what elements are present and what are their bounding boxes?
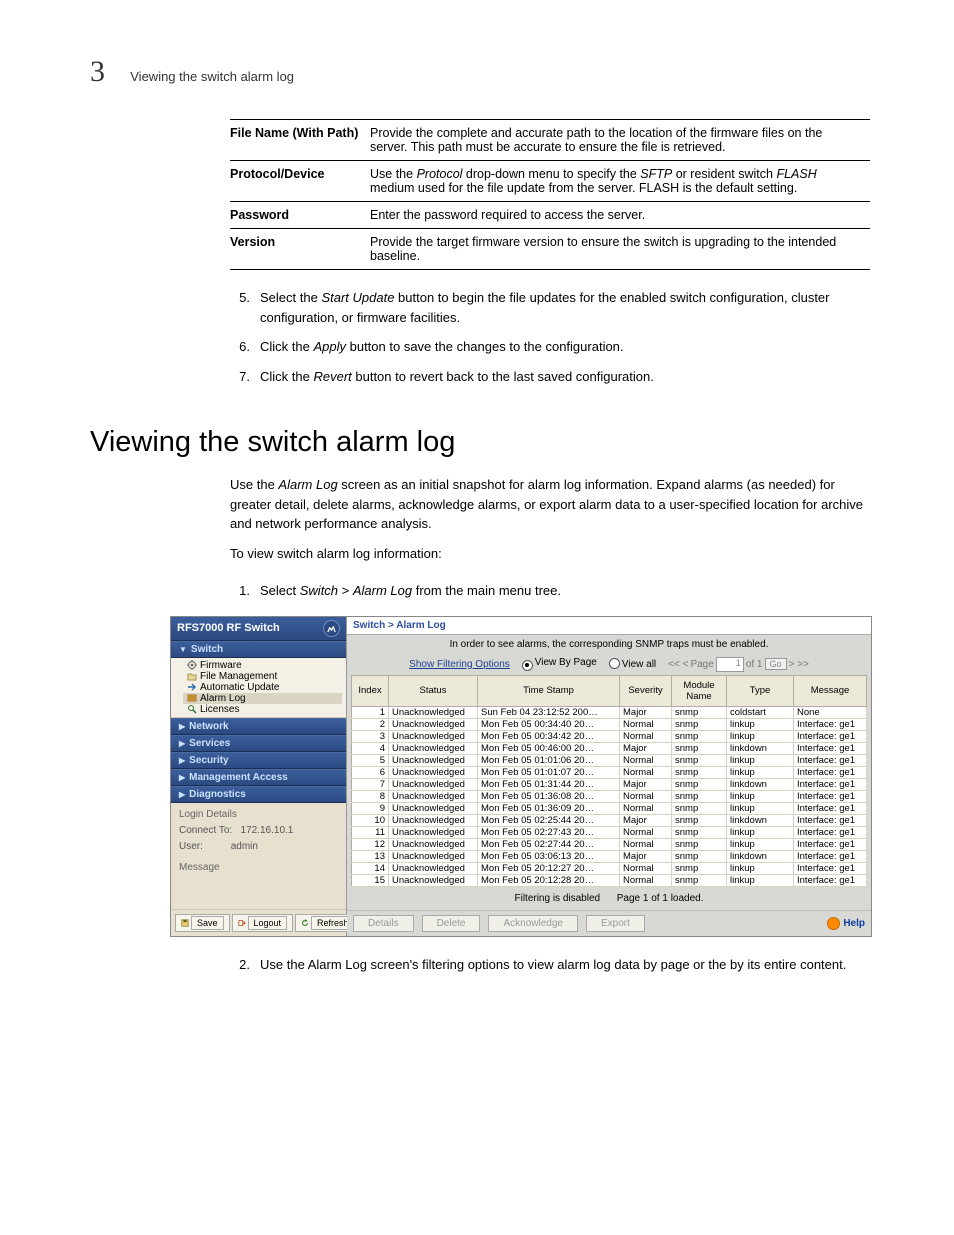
page-status: Page 1 of 1 loaded. xyxy=(617,893,704,904)
column-header[interactable]: Type xyxy=(727,675,794,706)
connect-to-value: 172.16.10.1 xyxy=(241,825,294,836)
user-label: User: xyxy=(179,841,203,852)
table-row[interactable]: 11UnacknowledgedMon Feb 05 02:27:43 20…N… xyxy=(352,826,867,838)
param-desc: Use the Protocol drop-down menu to speci… xyxy=(370,161,870,202)
view-by-page-radio[interactable]: View By Page xyxy=(522,657,597,671)
intro-paragraph: Use the Alarm Log screen as an initial s… xyxy=(230,475,864,534)
section-heading: Viewing the switch alarm log xyxy=(90,426,864,459)
footer-toolbar: Save Logout Refresh xyxy=(171,909,346,936)
table-row[interactable]: 6UnacknowledgedMon Feb 05 01:01:07 20…No… xyxy=(352,766,867,778)
nav-panel: RFS7000 RF Switch ▼Switch FirmwareFile M… xyxy=(171,617,347,936)
table-row[interactable]: 1UnacknowledgedSun Feb 04 23:12:52 200…M… xyxy=(352,706,867,718)
page-next[interactable]: > >> xyxy=(789,659,809,670)
logout-button[interactable]: Logout xyxy=(232,914,294,932)
param-desc: Enter the password required to access th… xyxy=(370,202,870,229)
content-panel: Switch > Alarm Log In order to see alarm… xyxy=(347,617,871,936)
param-label: File Name (With Path) xyxy=(230,120,370,161)
help-link[interactable]: Help xyxy=(827,917,865,930)
running-head-text: Viewing the switch alarm log xyxy=(130,69,294,84)
action-bar: Details Delete Acknowledge Export Help xyxy=(347,910,871,936)
param-label: Protocol/Device xyxy=(230,161,370,202)
step-list-after: 2.Use the Alarm Log screen's filtering o… xyxy=(230,955,864,975)
page-of: of 1 xyxy=(746,659,763,670)
app-title: RFS7000 RF Switch xyxy=(177,622,280,634)
step-list-continued: 5.Select the Start Update button to begi… xyxy=(230,288,864,386)
export-button[interactable]: Export xyxy=(586,915,645,932)
table-row[interactable]: 2UnacknowledgedMon Feb 05 00:34:40 20…No… xyxy=(352,718,867,730)
running-header: 3 Viewing the switch alarm log xyxy=(90,55,864,89)
table-row[interactable]: 7UnacknowledgedMon Feb 05 01:31:44 20…Ma… xyxy=(352,778,867,790)
table-row[interactable]: 10UnacknowledgedMon Feb 05 02:25:44 20…M… xyxy=(352,814,867,826)
nav-section-security[interactable]: ▶Security xyxy=(171,752,346,769)
step-item: 7.Click the Revert button to revert back… xyxy=(230,367,864,387)
table-row[interactable]: 3UnacknowledgedMon Feb 05 00:34:42 20…No… xyxy=(352,730,867,742)
notice-text: In order to see alarms, the correspondin… xyxy=(347,635,871,654)
chapter-number: 3 xyxy=(90,55,105,89)
intro-lead: To view switch alarm log information: xyxy=(230,544,864,564)
table-row[interactable]: 15UnacknowledgedMon Feb 05 20:12:28 20…N… xyxy=(352,874,867,886)
nav-section-switch[interactable]: ▼Switch xyxy=(171,641,346,658)
page-navigator: << < Page 1 of 1 Go > >> xyxy=(668,657,809,672)
table-header-row: IndexStatusTime StampSeverityModule Name… xyxy=(352,675,867,706)
column-header[interactable]: Index xyxy=(352,675,389,706)
help-icon xyxy=(827,917,840,930)
tree-item-automatic-update[interactable]: Automatic Update xyxy=(183,682,342,693)
param-label: Password xyxy=(230,202,370,229)
message-label: Message xyxy=(179,862,338,873)
step-item: 1.Select Switch > Alarm Log from the mai… xyxy=(230,581,864,601)
table-row[interactable]: 12UnacknowledgedMon Feb 05 02:27:44 20…N… xyxy=(352,838,867,850)
table-row[interactable]: 4UnacknowledgedMon Feb 05 00:46:00 20…Ma… xyxy=(352,742,867,754)
alarm-log-table: IndexStatusTime StampSeverityModule Name… xyxy=(351,675,867,887)
table-row[interactable]: 5UnacknowledgedMon Feb 05 01:01:06 20…No… xyxy=(352,754,867,766)
acknowledge-button[interactable]: Acknowledge xyxy=(488,915,577,932)
connect-to-label: Connect To: xyxy=(179,825,232,836)
page-prev[interactable]: << < xyxy=(668,659,688,670)
nav-tree: FirmwareFile ManagementAutomatic UpdateA… xyxy=(171,658,346,718)
table-row[interactable]: 14UnacknowledgedMon Feb 05 20:12:27 20…N… xyxy=(352,862,867,874)
filter-status: Filtering is disabled xyxy=(514,893,600,904)
parameter-table: File Name (With Path)Provide the complet… xyxy=(230,119,870,270)
status-line: Filtering is disabled Page 1 of 1 loaded… xyxy=(347,887,871,910)
view-all-radio[interactable]: View all xyxy=(609,658,656,670)
tree-item-licenses[interactable]: Licenses xyxy=(183,704,342,715)
column-header[interactable]: Message xyxy=(794,675,867,706)
page-input[interactable]: 1 xyxy=(716,657,744,672)
step-item: 6.Click the Apply button to save the cha… xyxy=(230,337,864,357)
step-item: 5.Select the Start Update button to begi… xyxy=(230,288,864,327)
login-details-panel: Login Details Connect To: 172.16.10.1 Us… xyxy=(171,803,346,909)
screenshot-alarm-log: RFS7000 RF Switch ▼Switch FirmwareFile M… xyxy=(170,616,872,937)
table-row[interactable]: 9UnacknowledgedMon Feb 05 01:36:09 20…No… xyxy=(352,802,867,814)
tree-item-file-management[interactable]: File Management xyxy=(183,671,342,682)
brand-logo-icon xyxy=(323,620,340,637)
nav-section-network[interactable]: ▶Network xyxy=(171,718,346,735)
go-button[interactable]: Go xyxy=(765,658,787,670)
nav-section-mgmt-access[interactable]: ▶Management Access xyxy=(171,769,346,786)
step-list-procedure: 1.Select Switch > Alarm Log from the mai… xyxy=(230,581,864,601)
tree-item-firmware[interactable]: Firmware xyxy=(183,660,342,671)
breadcrumb: Switch > Alarm Log xyxy=(347,617,871,635)
nav-section-diagnostics[interactable]: ▶Diagnostics xyxy=(171,786,346,803)
login-heading: Login Details xyxy=(179,809,338,820)
column-header[interactable]: Status xyxy=(389,675,478,706)
column-header[interactable]: Severity xyxy=(620,675,672,706)
column-header[interactable]: Module Name xyxy=(672,675,727,706)
table-row[interactable]: 13UnacknowledgedMon Feb 05 03:06:13 20…M… xyxy=(352,850,867,862)
table-row[interactable]: 8UnacknowledgedMon Feb 05 01:36:08 20…No… xyxy=(352,790,867,802)
details-button[interactable]: Details xyxy=(353,915,414,932)
user-value: admin xyxy=(231,841,258,852)
step-item: 2.Use the Alarm Log screen's filtering o… xyxy=(230,955,864,975)
tree-item-alarm-log[interactable]: Alarm Log xyxy=(183,693,342,704)
show-filtering-options-link[interactable]: Show Filtering Options xyxy=(409,659,510,670)
filter-toolbar: Show Filtering Options View By Page View… xyxy=(347,654,871,675)
param-desc: Provide the target firmware version to e… xyxy=(370,229,870,270)
delete-button[interactable]: Delete xyxy=(422,915,481,932)
column-header[interactable]: Time Stamp xyxy=(478,675,620,706)
page-label: Page xyxy=(690,659,713,670)
param-label: Version xyxy=(230,229,370,270)
nav-section-services[interactable]: ▶Services xyxy=(171,735,346,752)
app-titlebar: RFS7000 RF Switch xyxy=(171,617,346,641)
save-button[interactable]: Save xyxy=(175,914,230,932)
param-desc: Provide the complete and accurate path t… xyxy=(370,120,870,161)
